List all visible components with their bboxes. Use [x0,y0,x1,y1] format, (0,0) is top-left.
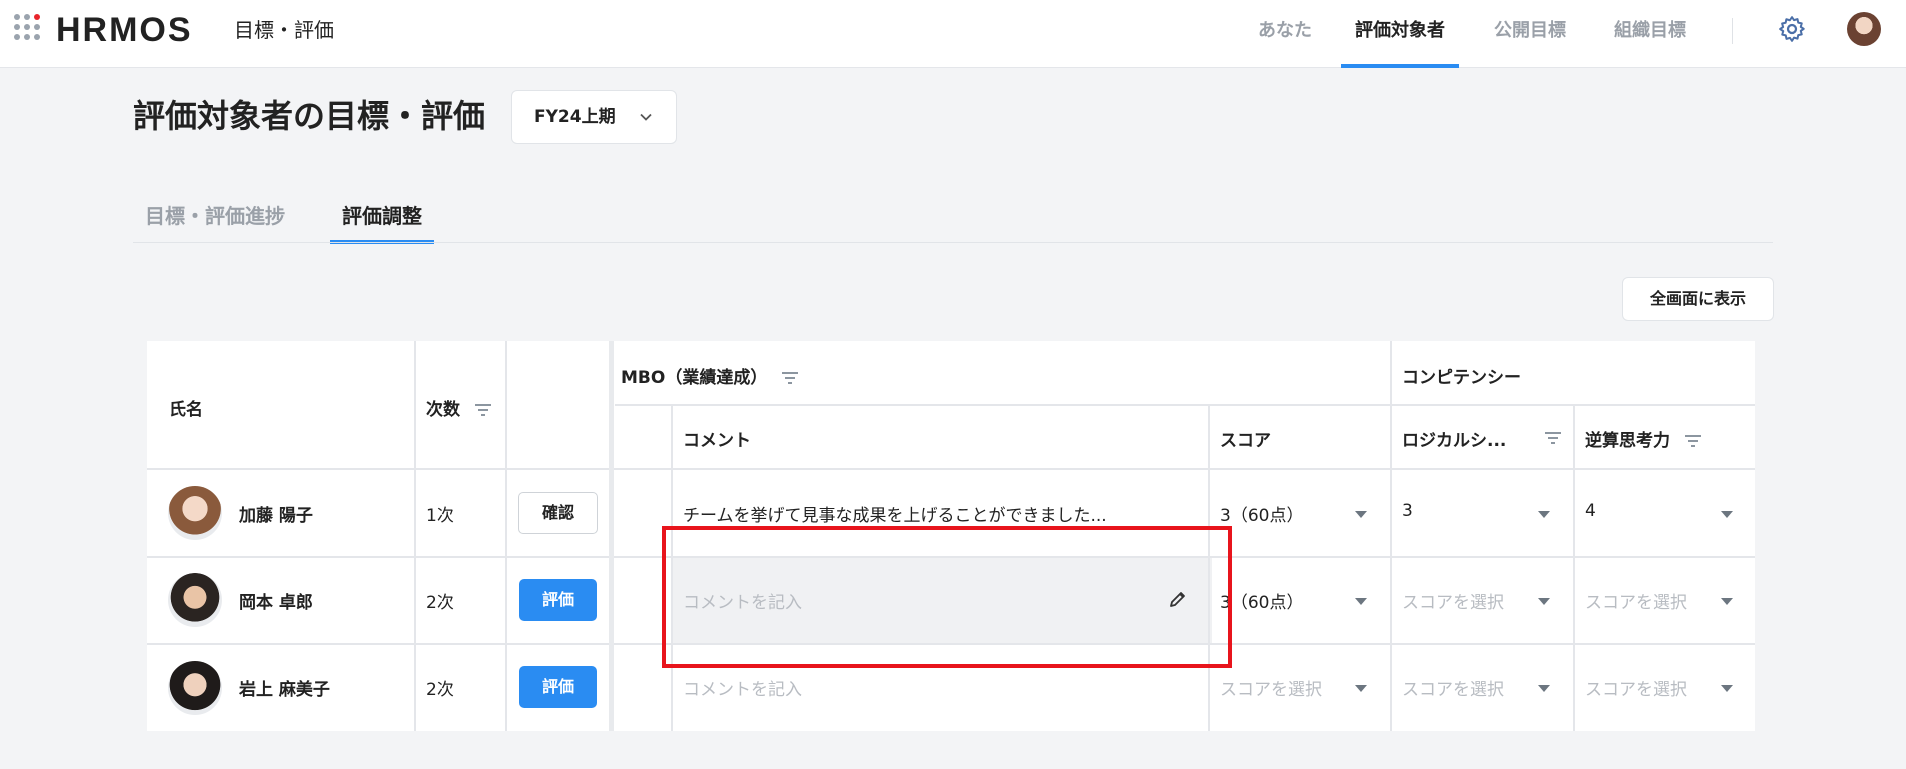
col-group-mbo-label: MBO（業績達成） [621,368,768,388]
caret-down-icon[interactable] [1721,685,1733,692]
caret-down-icon[interactable] [1355,598,1367,605]
avatar [168,486,222,540]
avatar [168,573,222,627]
nav-tab-evaluatees[interactable]: 評価対象者 [1341,0,1459,68]
nav-tab-public-goals[interactable]: 公開目標 [1483,0,1577,68]
nav-divider [1732,18,1733,44]
backcasting-score-select[interactable]: スコアを選択 [1585,588,1687,613]
backcasting-score-select[interactable]: スコアを選択 [1585,675,1687,700]
caret-down-icon[interactable] [1538,511,1550,518]
evaluation-table: 氏名 次数 MBO（業績達成） コンピテンシー コメント スコア ロジカルシ..… [147,341,1755,731]
tab-evaluation-adjustment[interactable]: 評価調整 [330,198,434,246]
row-round: 2次 [426,680,454,700]
col-header-logical[interactable]: ロジカルシ... [1402,426,1562,451]
apps-grid-icon[interactable] [14,14,40,40]
chevron-down-icon [640,113,652,121]
caret-down-icon[interactable] [1355,511,1367,518]
row-round: 1次 [426,506,454,526]
comment-input[interactable]: コメントを記入 [683,588,802,613]
col-header-score: スコア [1220,431,1271,451]
filter-icon[interactable] [1684,435,1702,447]
caret-down-icon[interactable] [1538,685,1550,692]
row-name[interactable]: 加藤 陽子 [239,501,313,526]
logical-score-select[interactable]: 3 [1402,501,1413,521]
col-group-competency: コンピテンシー [1402,368,1521,388]
col-header-round[interactable]: 次数 [426,395,492,420]
evaluate-button[interactable]: 評価 [519,579,597,621]
tab-underline [133,242,1773,243]
logical-score-select[interactable]: スコアを選択 [1402,588,1504,613]
hrmos-logo[interactable]: HRMOS [56,8,193,52]
col-header-backcasting[interactable]: 逆算思考力 [1585,426,1702,451]
col-header-backcasting-label: 逆算思考力 [1585,431,1670,451]
period-select[interactable]: FY24上期 [511,90,677,144]
product-name: 目標・評価 [234,18,334,42]
fullscreen-button[interactable]: 全画面に表示 [1622,277,1774,321]
gear-icon[interactable] [1777,14,1807,44]
col-header-round-label: 次数 [426,400,460,420]
col-group-mbo[interactable]: MBO（業績達成） [621,363,799,388]
row-name[interactable]: 岩上 麻美子 [239,675,330,700]
nav-tab-org-goals[interactable]: 組織目標 [1603,0,1697,68]
col-header-comment: コメント [683,431,751,451]
avatar [168,661,222,715]
caret-down-icon[interactable] [1538,598,1550,605]
filter-icon[interactable] [474,404,492,416]
caret-down-icon[interactable] [1355,685,1367,692]
score-select[interactable]: 3（60点） [1220,588,1303,613]
col-header-logical-label: ロジカルシ... [1402,431,1507,451]
confirm-button[interactable]: 確認 [518,492,598,534]
row-round: 2次 [426,593,454,613]
page-title: 評価対象者の目標・評価 [133,97,486,135]
nav-tab-you[interactable]: あなた [1243,0,1327,68]
tab-goal-progress[interactable]: 目標・評価進捗 [145,198,285,246]
logical-score-select[interactable]: スコアを選択 [1402,675,1504,700]
backcasting-score-select[interactable]: 4 [1585,501,1596,521]
filter-icon[interactable] [781,372,799,384]
caret-down-icon[interactable] [1721,598,1733,605]
row-name[interactable]: 岡本 卓郎 [239,588,313,613]
col-header-name: 氏名 [169,400,203,420]
score-select[interactable]: 3（60点） [1220,501,1303,526]
comment-input[interactable]: コメントを記入 [683,675,802,700]
user-avatar[interactable] [1847,12,1881,46]
comment-cell[interactable]: チームを挙げて見事な成果を上げることができました... [683,501,1193,526]
filter-icon[interactable] [1544,432,1562,444]
evaluate-button[interactable]: 評価 [519,666,597,708]
period-value: FY24上期 [534,107,616,127]
top-header: HRMOS 目標・評価 あなた 評価対象者 公開目標 組織目標 [0,0,1906,68]
caret-down-icon[interactable] [1721,511,1733,518]
pencil-icon[interactable] [1168,589,1188,609]
score-select[interactable]: スコアを選択 [1220,675,1322,700]
